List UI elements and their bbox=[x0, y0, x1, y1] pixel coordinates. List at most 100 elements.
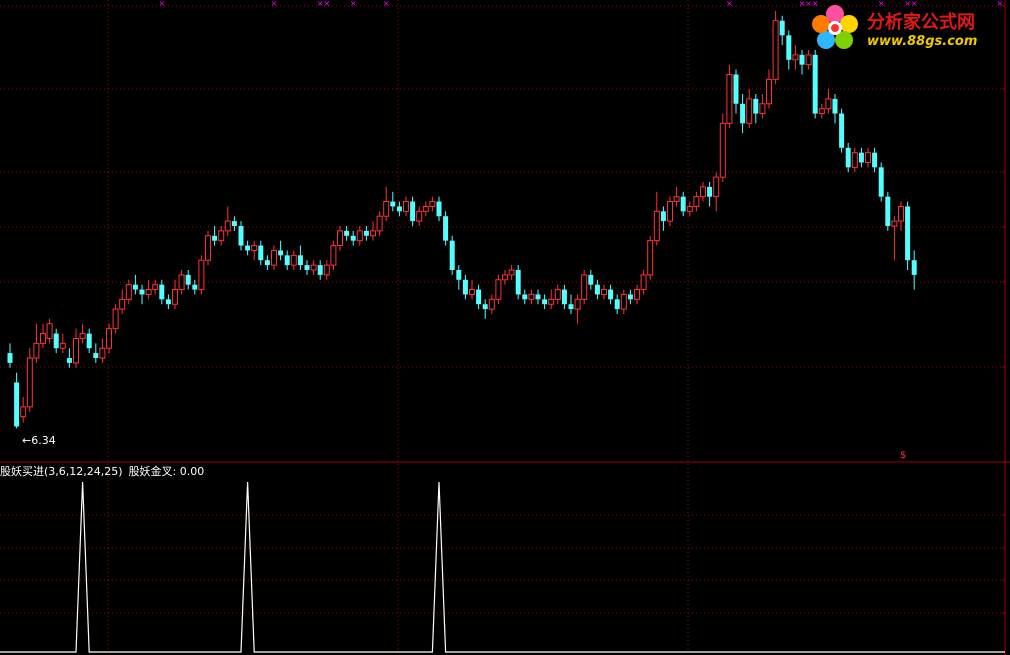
candle-body-up bbox=[647, 240, 654, 276]
candle-body-up bbox=[898, 205, 904, 222]
candle-body-down bbox=[390, 201, 396, 207]
candle-body-up bbox=[79, 333, 86, 339]
candle-body-up bbox=[178, 274, 185, 291]
candle-body-down bbox=[297, 255, 303, 266]
candle-body-down bbox=[238, 226, 244, 246]
candle-body-down bbox=[245, 245, 251, 251]
candle-body-up bbox=[125, 284, 132, 300]
candle-body-up bbox=[416, 210, 423, 222]
candle-body-up bbox=[26, 357, 33, 408]
candle-body-down bbox=[410, 201, 416, 222]
candle-body-up bbox=[805, 54, 812, 66]
candle-body-down bbox=[449, 240, 455, 270]
candle-body-down bbox=[707, 186, 713, 197]
candle-body-down bbox=[872, 152, 878, 168]
candle-body-down bbox=[733, 74, 739, 104]
indicator-line bbox=[0, 481, 1005, 653]
candle-body-down bbox=[212, 235, 218, 241]
candle-body-down bbox=[799, 54, 805, 65]
candle-body-up bbox=[620, 293, 627, 310]
candle-body-up bbox=[73, 337, 79, 364]
candle-body-up bbox=[891, 220, 898, 227]
candle-body-up bbox=[356, 230, 363, 242]
candle-body-up bbox=[330, 245, 337, 266]
top-marker: × bbox=[271, 0, 278, 8]
candle-body-down bbox=[363, 230, 369, 236]
top-marker: × bbox=[323, 0, 330, 8]
candle-body-up bbox=[20, 406, 27, 418]
signal-marker: $ bbox=[900, 450, 907, 461]
candle-body-up bbox=[403, 201, 409, 212]
candle-body-down bbox=[680, 196, 686, 212]
candle-body-down bbox=[462, 279, 468, 295]
candle-body-up bbox=[693, 196, 700, 207]
candle-body-down bbox=[284, 255, 290, 266]
candle-body-down bbox=[231, 221, 237, 226]
candle-body-down bbox=[905, 206, 911, 261]
top-marker: × bbox=[726, 0, 733, 8]
indicator-value: 股妖金叉: 0.00 bbox=[128, 465, 205, 478]
candle-body-up bbox=[310, 264, 317, 271]
candle-body-up bbox=[488, 298, 495, 310]
candle-body-up bbox=[218, 230, 225, 242]
candle-body-down bbox=[66, 358, 72, 363]
chart-canvas: ××××××××××××××××××××××× bbox=[0, 0, 1010, 655]
candle-body-up bbox=[667, 201, 673, 222]
candle-body-down bbox=[344, 230, 350, 236]
candle-body-up bbox=[759, 103, 766, 115]
candle-body-up bbox=[508, 269, 515, 276]
candle-body-down bbox=[14, 382, 20, 427]
candle-body-up bbox=[429, 201, 436, 207]
candle-body-up bbox=[112, 308, 119, 330]
candle-body-down bbox=[7, 353, 13, 363]
candlestick-series bbox=[7, 10, 917, 429]
candle-body-up bbox=[370, 230, 376, 237]
candle-body-up bbox=[495, 279, 502, 300]
candle-body-up bbox=[502, 274, 508, 281]
top-marker: × bbox=[350, 0, 357, 8]
candle-body-up bbox=[469, 289, 475, 295]
candle-body-up bbox=[686, 205, 693, 212]
top-marker: × bbox=[383, 0, 390, 8]
candle-body-up bbox=[251, 245, 258, 251]
candle-body-up bbox=[383, 201, 390, 217]
candle-body-up bbox=[46, 323, 53, 339]
candle-body-down bbox=[535, 294, 541, 300]
candle-body-up bbox=[653, 210, 660, 242]
candle-body-down bbox=[878, 167, 884, 197]
candle-body-up bbox=[640, 274, 647, 291]
candle-body-down bbox=[812, 54, 818, 114]
candle-body-down bbox=[185, 274, 191, 285]
candle-body-down bbox=[608, 289, 614, 300]
candle-body-up bbox=[99, 347, 106, 359]
candle-body-down bbox=[561, 289, 567, 305]
candle-body-up bbox=[792, 54, 799, 61]
indicator-series bbox=[0, 481, 1005, 653]
flower-logo-icon bbox=[812, 5, 858, 49]
candle-body-down bbox=[396, 206, 402, 212]
candle-body-up bbox=[825, 98, 832, 110]
candle-body-up bbox=[528, 293, 535, 300]
candle-body-down bbox=[839, 113, 845, 148]
candle-body-down bbox=[53, 333, 59, 349]
candle-body-up bbox=[59, 342, 66, 349]
candle-body-down bbox=[885, 196, 891, 226]
candle-body-up bbox=[766, 78, 772, 105]
candle-body-down bbox=[588, 274, 594, 285]
candle-body-down bbox=[594, 284, 600, 295]
candle-body-down bbox=[660, 211, 666, 222]
candle-body-up bbox=[700, 186, 706, 198]
candle-body-up bbox=[119, 298, 126, 310]
candle-body-up bbox=[172, 289, 178, 305]
candle-body-up bbox=[581, 274, 588, 300]
candle-body-down bbox=[627, 294, 633, 300]
indicator-name: 股妖买进(3,6,12,24,25) bbox=[0, 465, 123, 478]
candle-body-up bbox=[271, 249, 277, 266]
candle-body-down bbox=[264, 260, 270, 266]
candle-body-up bbox=[422, 205, 429, 212]
candle-body-up bbox=[106, 328, 112, 349]
candle-body-down bbox=[317, 265, 323, 275]
candle-body-down bbox=[845, 147, 851, 168]
candle-body-down bbox=[304, 265, 310, 270]
candle-body-down bbox=[614, 299, 620, 310]
